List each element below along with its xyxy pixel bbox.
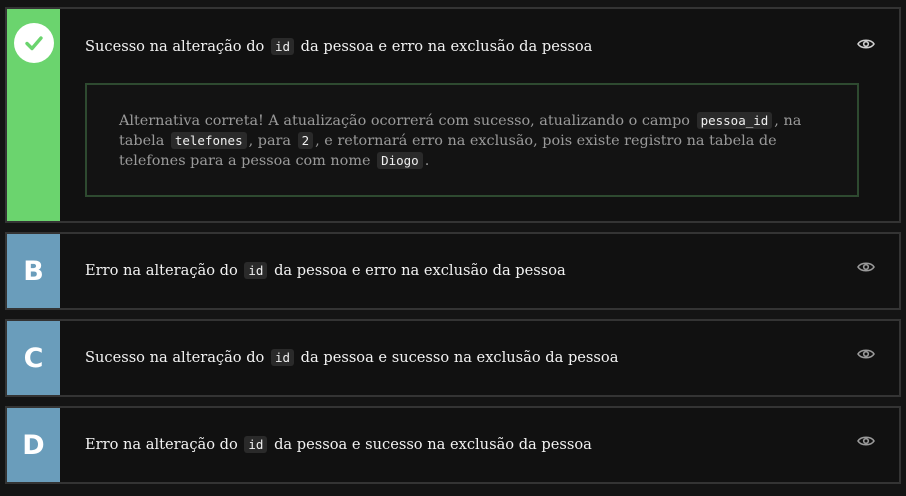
feedback-code: Diogo (377, 152, 423, 169)
correct-indicator (7, 9, 60, 221)
check-icon (13, 23, 54, 63)
feedback-code: telefones (170, 132, 247, 149)
option-a[interactable]: Sucesso na alteração do id da pessoa e e… (5, 7, 901, 223)
option-a-code: id (270, 38, 295, 55)
option-a-text-before: Sucesso na alteração do (85, 38, 265, 55)
eye-icon[interactable] (857, 348, 875, 360)
feedback-text: , para (248, 133, 291, 149)
option-d-code: id (244, 436, 268, 453)
option-b-code: id (244, 262, 268, 279)
option-a-text: Sucesso na alteração do id da pessoa e e… (85, 38, 592, 55)
option-letter: D (7, 408, 60, 482)
option-letter: B (7, 234, 60, 308)
option-c[interactable]: C Sucesso na alteração do id da pessoa e… (5, 319, 901, 397)
feedback-code: 2 (297, 132, 314, 149)
option-c-code: id (270, 349, 295, 366)
option-d-text: Erro na alteração do id da pessoa e suce… (85, 436, 592, 453)
option-c-text-after: da pessoa e sucesso na exclusão da pesso… (300, 349, 619, 366)
option-a-text-after: da pessoa e erro na exclusão da pessoa (300, 38, 593, 55)
option-d-text-before: Erro na alteração do (85, 436, 238, 453)
option-b-text: Erro na alteração do id da pessoa e erro… (85, 262, 566, 279)
option-b-text-before: Erro na alteração do (85, 262, 238, 279)
option-b-text-after: da pessoa e erro na exclusão da pessoa (274, 262, 566, 279)
eye-icon[interactable] (857, 38, 875, 50)
option-d-text-after: da pessoa e sucesso na exclusão da pesso… (274, 436, 592, 453)
feedback-text: . (424, 153, 430, 169)
eye-icon[interactable] (857, 261, 875, 273)
option-c-text-before: Sucesso na alteração do (85, 349, 265, 366)
option-b[interactable]: B Erro na alteração do id da pessoa e er… (5, 232, 901, 310)
option-letter: C (7, 321, 60, 395)
feedback-box: Alternativa correta! A atualização ocorr… (85, 83, 859, 197)
option-c-text: Sucesso na alteração do id da pessoa e s… (85, 349, 618, 366)
feedback-code: pessoa_id (696, 112, 773, 129)
eye-icon[interactable] (857, 435, 875, 447)
feedback-text: Alternativa correta! A atualização ocorr… (119, 113, 690, 129)
option-d[interactable]: D Erro na alteração do id da pessoa e su… (5, 406, 901, 484)
